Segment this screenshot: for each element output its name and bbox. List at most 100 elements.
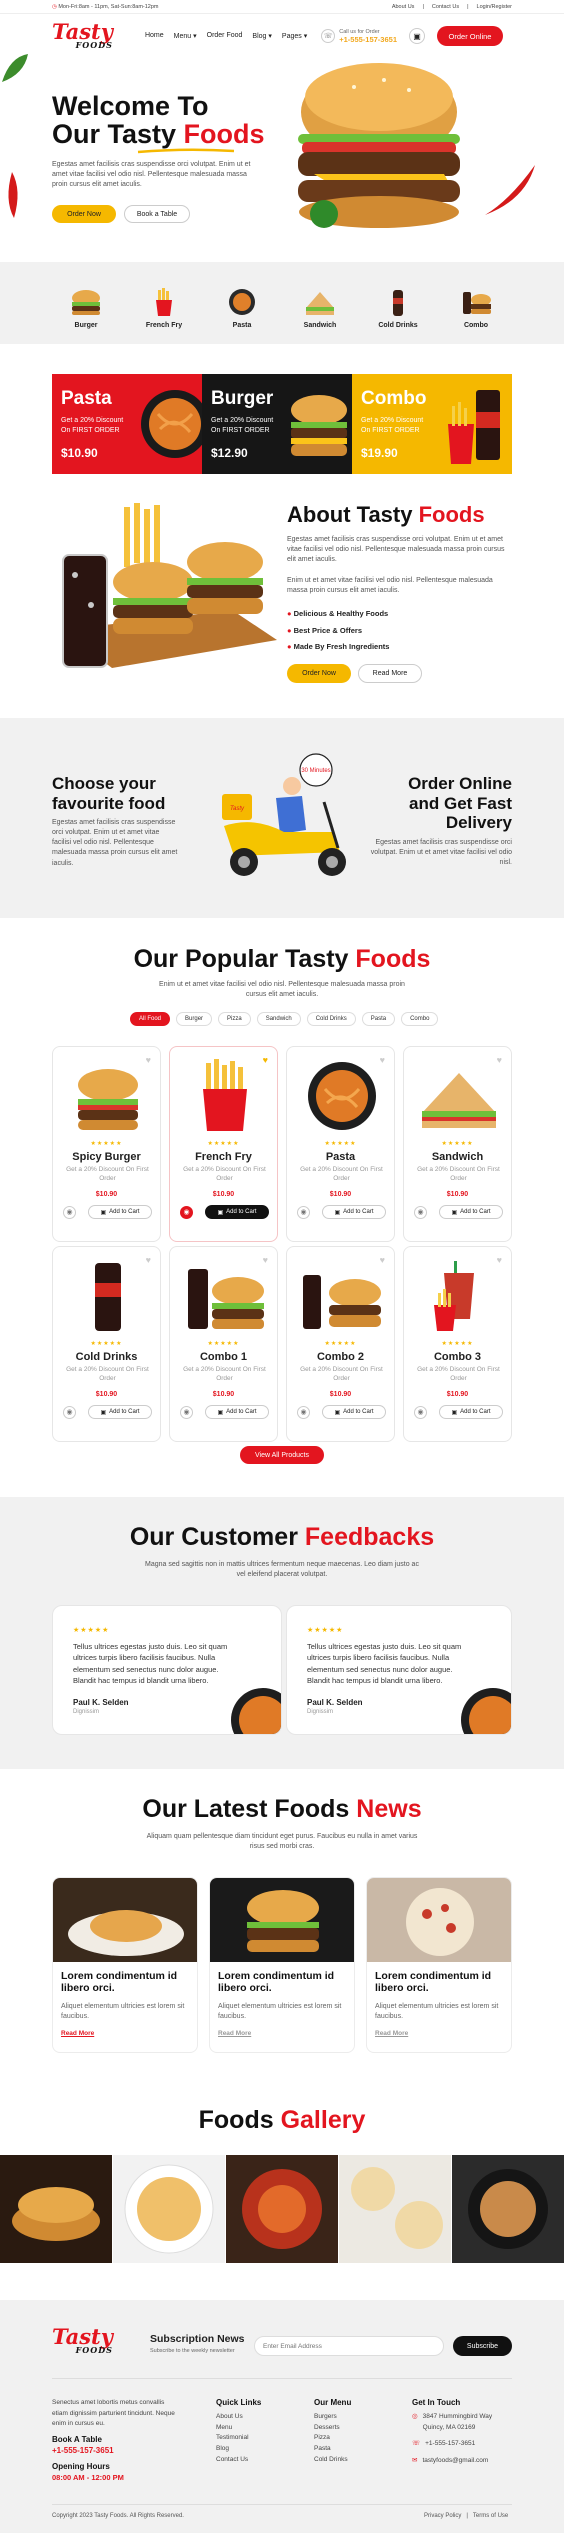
food-card[interactable]: ♥ ★★★★★ Cold Drinks Get a 20% Discount On … xyxy=(52,1246,161,1442)
nav-menu-item[interactable]: Menu ▾ xyxy=(174,32,197,40)
add-to-cart-button[interactable]: ▣ Add to Cart xyxy=(205,1205,269,1219)
food-card[interactable]: ♥ ★★★★★ Combo 1 Get a 20% Discount On Firs… xyxy=(169,1246,278,1442)
contact-us-link[interactable]: Contact Us xyxy=(432,4,459,10)
about-order-now-button[interactable]: Order Now xyxy=(287,664,351,683)
news-card[interactable]: Lorem condimentum id libero orci. Aliquet… xyxy=(209,1877,355,2053)
mail-icon: ✉ xyxy=(412,2457,418,2465)
heart-icon[interactable]: ♥ xyxy=(146,1055,151,1065)
book-table-button[interactable]: Book a Table xyxy=(124,205,190,223)
gallery-image[interactable] xyxy=(226,2155,338,2263)
gallery-image[interactable] xyxy=(339,2155,451,2263)
view-icon[interactable]: ◉ xyxy=(414,1405,427,1419)
call-for-order[interactable]: ☏ Call us for Order +1-555-157-3651 xyxy=(321,29,397,44)
view-icon[interactable]: ◉ xyxy=(63,1405,76,1419)
nav-home[interactable]: Home xyxy=(145,32,164,40)
add-to-cart-button[interactable]: ▣ Add to Cart xyxy=(322,1405,386,1419)
hero-title: Welcome To Our Tasty Foods xyxy=(52,91,265,150)
terms-link[interactable]: Terms of Use xyxy=(473,2513,508,2519)
view-all-products-button[interactable]: View All Products xyxy=(240,1446,324,1464)
filter-cold-drinks[interactable]: Cold Drinks xyxy=(306,1012,356,1026)
filter-pasta[interactable]: Pasta xyxy=(361,1012,396,1026)
category-burger[interactable]: Burger xyxy=(56,288,116,329)
promo-burger[interactable]: Burger Get a 20% Discount On FIRST ORDER … xyxy=(202,374,352,474)
filter-pizza[interactable]: Pizza xyxy=(218,1012,251,1026)
food-card[interactable]: ♥ ★★★★★ Spicy Burger Get a 20% Discount On… xyxy=(52,1046,161,1242)
filter-all-food[interactable]: All Food xyxy=(130,1012,171,1026)
footer-link[interactable]: Contact Us xyxy=(216,2455,249,2466)
footer-link[interactable]: Desserts xyxy=(314,2423,348,2434)
footer-link[interactable]: Pizza xyxy=(314,2433,348,2444)
promo-combo[interactable]: Combo Get a 20% Discount On FIRST ORDER $… xyxy=(352,374,512,474)
add-to-cart-button[interactable]: ▣ Add to Cart xyxy=(205,1405,269,1419)
footer-logo[interactable]: Tasty FOODS xyxy=(52,2326,113,2354)
logo[interactable]: Tasty FOODS xyxy=(52,21,113,49)
nav-order-food[interactable]: Order Food xyxy=(207,32,243,40)
news-card[interactable]: Lorem condimentum id libero orci. Aliquet… xyxy=(366,1877,512,2053)
filter-combo[interactable]: Combo xyxy=(401,1012,439,1026)
read-more-link[interactable]: Read More xyxy=(61,2030,94,2037)
footer-link[interactable]: Burgers xyxy=(314,2412,348,2423)
read-more-link[interactable]: Read More xyxy=(218,2030,251,2037)
filter-burger[interactable]: Burger xyxy=(176,1012,213,1026)
food-card[interactable]: ♥ ★★★★★ Combo 2 Get a 20% Discount On Firs… xyxy=(286,1246,395,1442)
category-pasta[interactable]: Pasta xyxy=(212,288,272,329)
footer-about: Senectus amet lobortis metus convallis e… xyxy=(52,2399,175,2428)
nav-pages[interactable]: Pages ▾ xyxy=(282,32,307,40)
add-to-cart-button[interactable]: ▣ Add to Cart xyxy=(88,1405,152,1419)
category-french-fry[interactable]: French Fry xyxy=(134,288,194,329)
view-icon[interactable]: ◉ xyxy=(297,1405,310,1419)
nav-blog[interactable]: Blog ▾ xyxy=(252,32,271,40)
filter-sandwich[interactable]: Sandwich xyxy=(256,1012,301,1026)
view-icon[interactable]: ◉ xyxy=(63,1205,76,1219)
login-link[interactable]: Login/Register xyxy=(477,4,512,10)
hero-description: Egestas amet facilisis cras suspendisse … xyxy=(52,161,251,189)
heart-icon[interactable]: ♥ xyxy=(380,1255,385,1265)
heart-icon[interactable]: ♥ xyxy=(263,1255,268,1265)
cold-drinks-image xyxy=(95,1263,121,1331)
add-to-cart-button[interactable]: ▣ Add to Cart xyxy=(439,1205,503,1219)
footer-link[interactable]: About Us xyxy=(216,2412,249,2423)
read-more-link[interactable]: Read More xyxy=(375,2030,408,2037)
about-read-more-button[interactable]: Read More xyxy=(358,664,422,683)
subscribe-button[interactable]: Subscribe xyxy=(453,2336,512,2356)
footer-link[interactable]: Testimonial xyxy=(216,2433,249,2444)
view-icon[interactable]: ◉ xyxy=(414,1205,427,1219)
cart-icon: ▣ xyxy=(217,1209,224,1216)
heart-icon[interactable]: ♥ xyxy=(497,1255,502,1265)
heart-icon[interactable]: ♥ xyxy=(380,1055,385,1065)
email-input[interactable] xyxy=(254,2336,444,2356)
heart-icon[interactable]: ♥ xyxy=(146,1255,151,1265)
privacy-policy-link[interactable]: Privacy Policy xyxy=(424,2513,461,2519)
view-icon[interactable]: ◉ xyxy=(180,1405,193,1419)
gallery-image[interactable] xyxy=(452,2155,564,2263)
footer-link[interactable]: Menu xyxy=(216,2423,249,2434)
order-online-button[interactable]: Order Online xyxy=(437,26,503,46)
order-now-button[interactable]: Order Now xyxy=(52,205,116,223)
add-to-cart-button[interactable]: ▣ Add to Cart xyxy=(439,1405,503,1419)
heart-icon[interactable]: ♥ xyxy=(263,1055,268,1065)
category-sandwich[interactable]: Sandwich xyxy=(290,288,350,329)
book-table-phone[interactable]: +1-555-157-3651 xyxy=(52,2446,114,2455)
gallery-image[interactable] xyxy=(113,2155,225,2263)
food-card[interactable]: ♥ ★★★★★ French Fry Get a 20% Discount On F… xyxy=(169,1046,278,1242)
chili-decoration xyxy=(485,165,535,215)
add-to-cart-button[interactable]: ▣ Add to Cart xyxy=(88,1205,152,1219)
news-card[interactable]: Lorem condimentum id libero orci. Aliquet… xyxy=(52,1877,198,2053)
food-card[interactable]: ♥ ★★★★★ Sandwich Get a 20% Discount On Fir… xyxy=(403,1046,512,1242)
heart-icon[interactable]: ♥ xyxy=(497,1055,502,1065)
about-us-link[interactable]: About Us xyxy=(392,4,415,10)
footer-link[interactable]: Pasta xyxy=(314,2444,348,2455)
promo-pasta[interactable]: Pasta Get a 20% Discount On FIRST ORDER $… xyxy=(52,374,202,474)
category-cold-drinks[interactable]: Cold Drinks xyxy=(368,288,428,329)
food-card[interactable]: ♥ ★★★★★ Combo 3 Get a 20% Discount On Firs… xyxy=(403,1246,512,1442)
footer-link[interactable]: Blog xyxy=(216,2444,249,2455)
category-combo[interactable]: Combo xyxy=(446,288,506,329)
gallery-image[interactable] xyxy=(0,2155,112,2263)
food-card[interactable]: ♥ ★★★★★ Pasta Get a 20% Discount On First … xyxy=(286,1046,395,1242)
footer-link[interactable]: Cold Drinks xyxy=(314,2455,348,2466)
cart-icon[interactable]: ▣ xyxy=(409,28,425,44)
view-icon[interactable]: ◉ xyxy=(297,1205,310,1219)
add-to-cart-button[interactable]: ▣ Add to Cart xyxy=(322,1205,386,1219)
view-icon[interactable]: ◉ xyxy=(180,1205,193,1219)
french-fry-image xyxy=(203,1059,247,1131)
